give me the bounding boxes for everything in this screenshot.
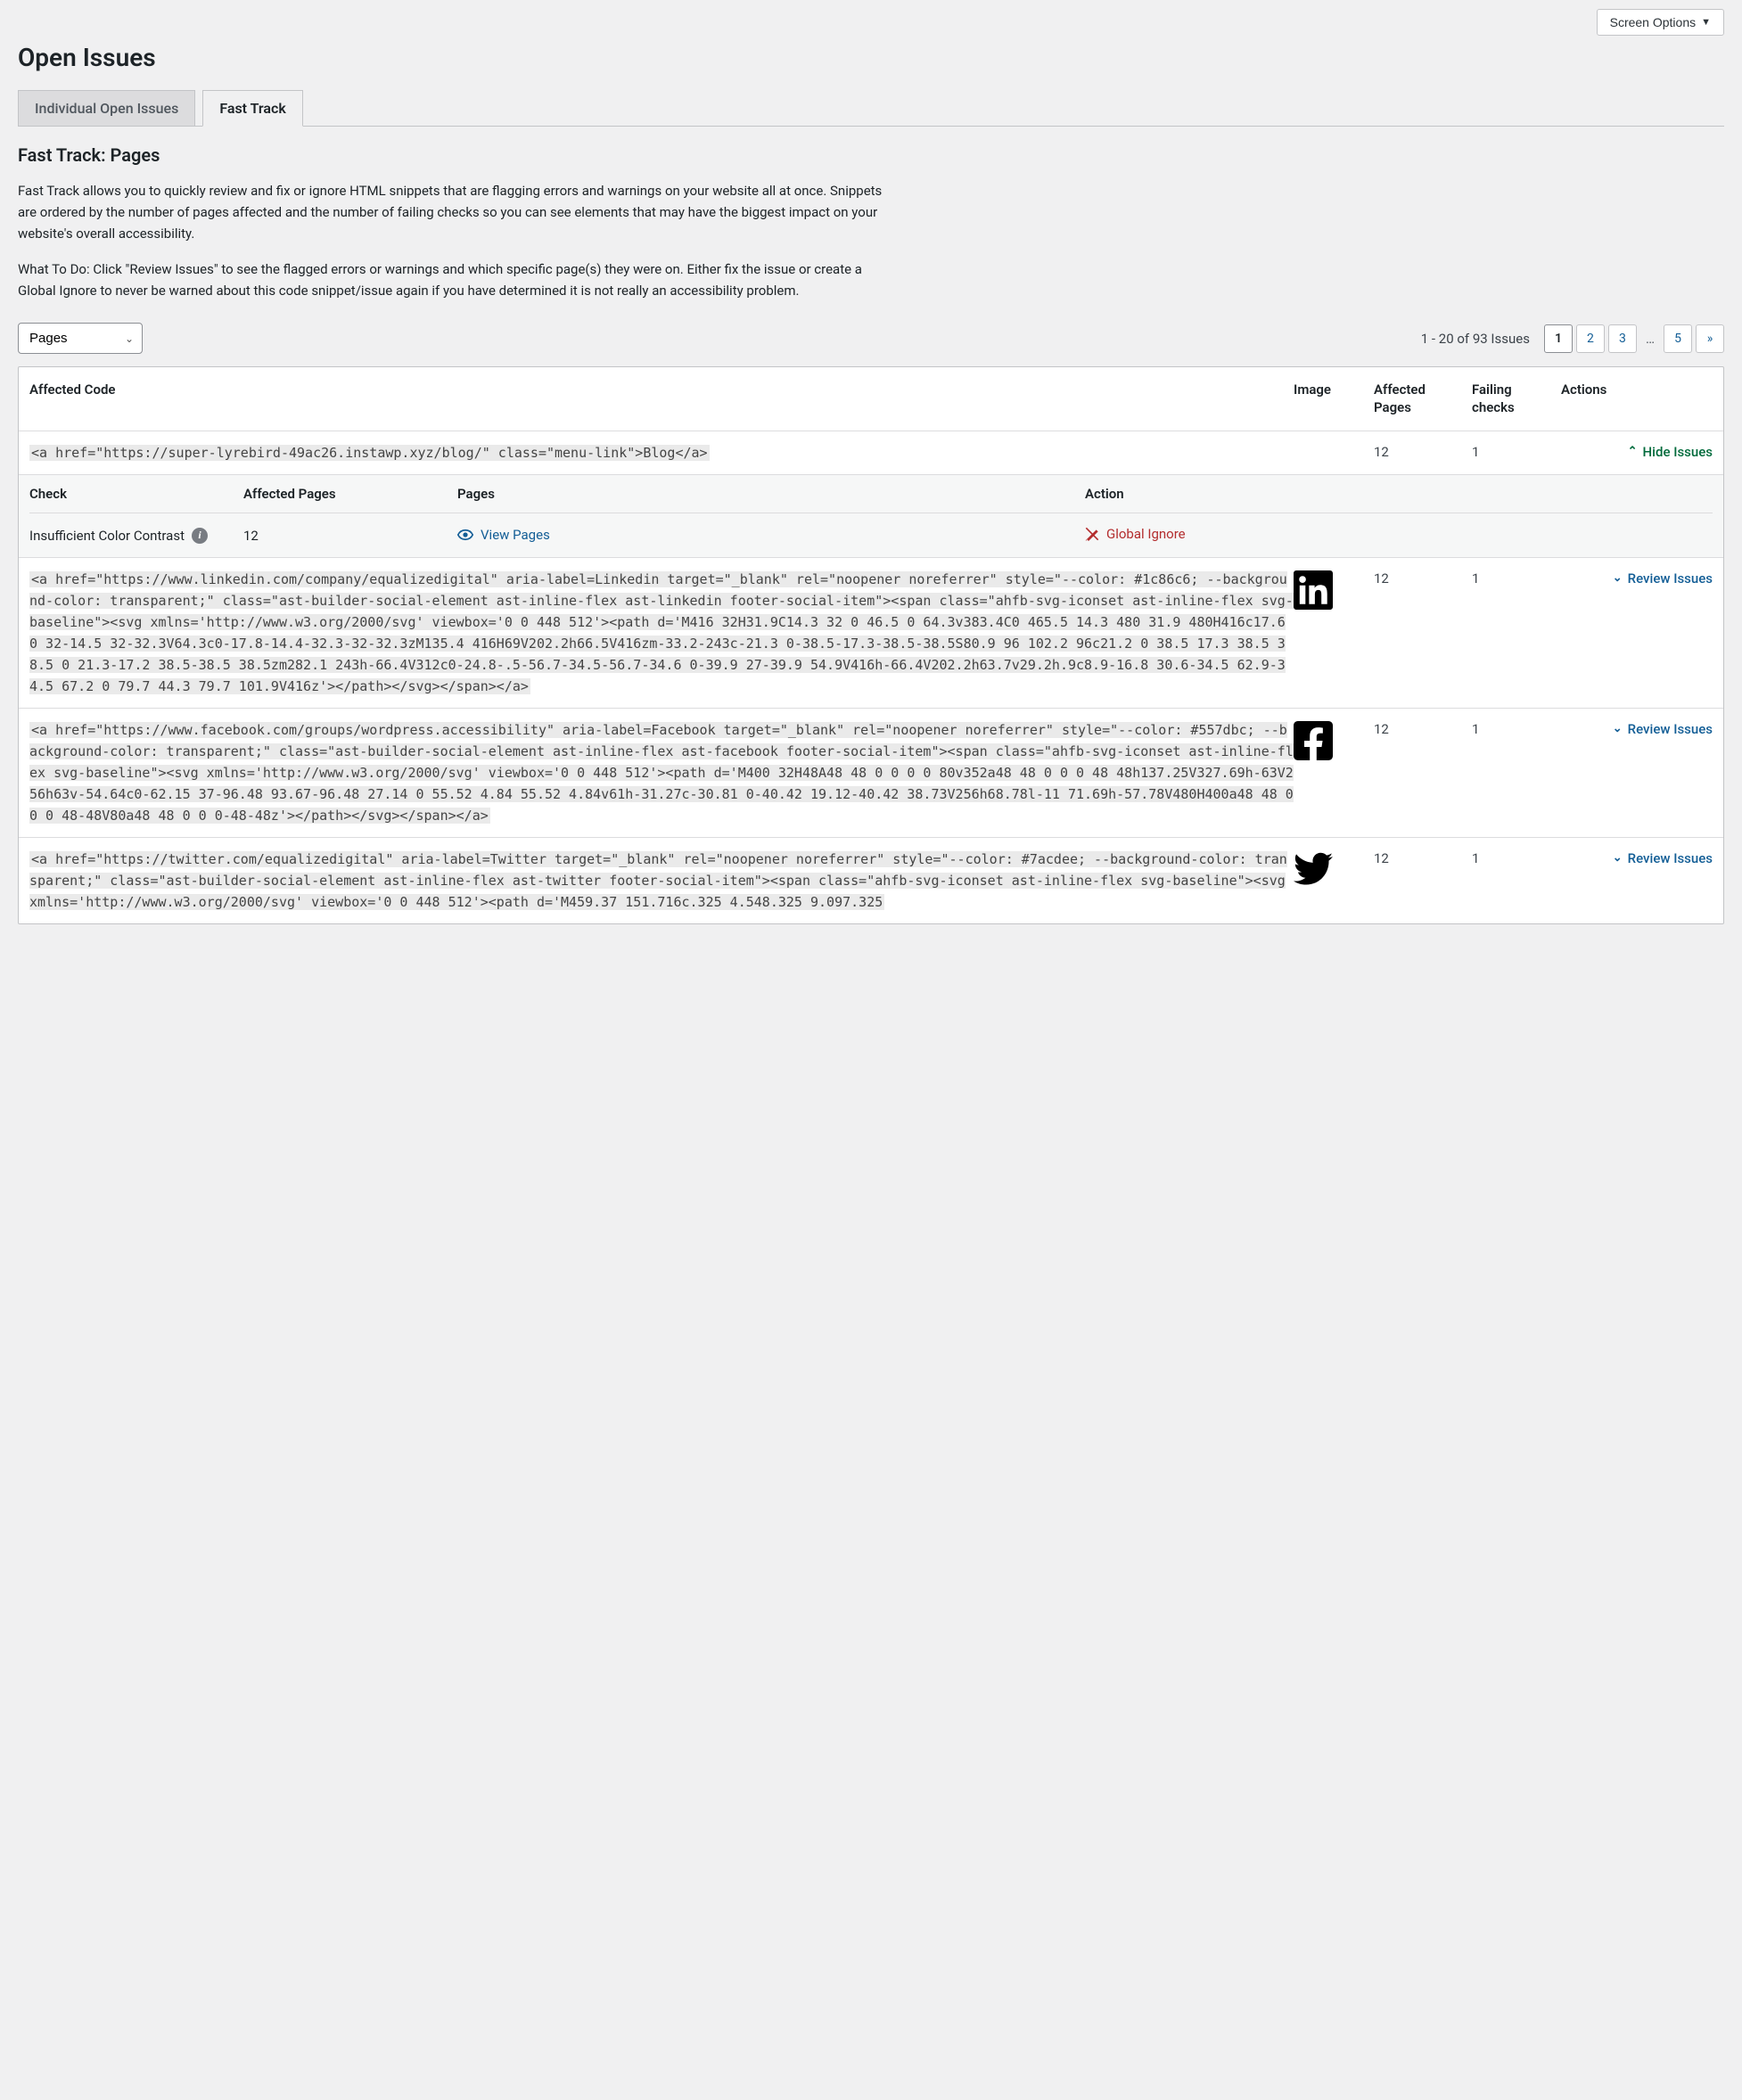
col-actions: Actions bbox=[1561, 381, 1713, 398]
subcol-action: Action bbox=[1085, 486, 1713, 502]
affected-pages-value: 12 bbox=[1374, 849, 1472, 866]
page-ellipsis: … bbox=[1640, 331, 1660, 347]
table-row: <a href="https://super-lyrebird-49ac26.i… bbox=[19, 431, 1723, 475]
hide-issues-button[interactable]: ⌃ Hide Issues bbox=[1628, 444, 1713, 460]
ignore-icon bbox=[1085, 527, 1099, 541]
subcol-check: Check bbox=[29, 486, 243, 502]
pagination: 1 2 3 … 5 » bbox=[1544, 324, 1724, 353]
hide-issues-label: Hide Issues bbox=[1643, 444, 1713, 460]
review-issues-button[interactable]: ⌄ Review Issues bbox=[1613, 850, 1713, 866]
page-last[interactable]: 5 bbox=[1664, 324, 1692, 353]
view-pages-button[interactable]: View Pages bbox=[457, 527, 550, 543]
col-affected-code: Affected Code bbox=[29, 381, 1294, 398]
chevron-down-icon: ▼ bbox=[1701, 17, 1711, 28]
affected-pages-value: 12 bbox=[1374, 719, 1472, 737]
view-pages-label: View Pages bbox=[481, 527, 550, 543]
page-title: Open Issues bbox=[18, 43, 1724, 72]
review-issues-label: Review Issues bbox=[1628, 570, 1713, 587]
chevron-down-icon: ⌄ bbox=[1613, 571, 1623, 585]
description-2: What To Do: Click "Review Issues" to see… bbox=[18, 258, 883, 301]
info-icon[interactable]: i bbox=[192, 528, 208, 544]
affected-code-cell: <a href="https://twitter.com/equalizedig… bbox=[29, 849, 1294, 913]
failing-checks-value: 1 bbox=[1472, 442, 1561, 460]
chevron-up-icon: ⌃ bbox=[1628, 445, 1638, 458]
results-counter: 1 - 20 of 93 Issues bbox=[1421, 331, 1530, 347]
page-2[interactable]: 2 bbox=[1576, 324, 1605, 353]
affected-code-cell: <a href="https://www.linkedin.com/compan… bbox=[29, 569, 1294, 697]
description-1: Fast Track allows you to quickly review … bbox=[18, 180, 883, 244]
col-affected-pages: Affected Pages bbox=[1374, 381, 1472, 416]
tab-individual-open-issues[interactable]: Individual Open Issues bbox=[18, 90, 195, 126]
screen-options-label: Screen Options bbox=[1610, 15, 1697, 29]
table-row: <a href="https://www.linkedin.com/compan… bbox=[19, 558, 1723, 709]
failing-checks-value: 1 bbox=[1472, 849, 1561, 866]
facebook-icon bbox=[1294, 721, 1333, 760]
tab-fast-track[interactable]: Fast Track bbox=[202, 90, 302, 127]
table-row: <a href="https://twitter.com/equalizedig… bbox=[19, 838, 1723, 923]
nav-tabs: Individual Open Issues Fast Track bbox=[18, 90, 1724, 127]
expanded-sub-table: Check Affected Pages Pages Action Insuff… bbox=[19, 475, 1723, 558]
affected-code-cell: <a href="https://www.facebook.com/groups… bbox=[29, 719, 1294, 826]
failing-checks-value: 1 bbox=[1472, 719, 1561, 737]
check-name: Insufficient Color Contrast bbox=[29, 528, 185, 544]
chevron-down-icon: ⌄ bbox=[1613, 722, 1623, 735]
eye-icon bbox=[457, 529, 473, 541]
screen-options-button[interactable]: Screen Options ▼ bbox=[1597, 9, 1724, 36]
affected-code-cell: <a href="https://super-lyrebird-49ac26.i… bbox=[29, 442, 1294, 463]
chevron-down-icon: ⌄ bbox=[1613, 851, 1623, 865]
subcol-affected-pages: Affected Pages bbox=[243, 486, 457, 502]
section-title: Fast Track: Pages bbox=[18, 144, 1724, 166]
filter-select[interactable]: Pages bbox=[18, 323, 143, 354]
page-current[interactable]: 1 bbox=[1544, 324, 1573, 353]
subcol-pages: Pages bbox=[457, 486, 1085, 502]
issues-table: Affected Code Image Affected Pages Faili… bbox=[18, 366, 1724, 924]
review-issues-button[interactable]: ⌄ Review Issues bbox=[1613, 570, 1713, 587]
twitter-icon bbox=[1294, 850, 1333, 890]
affected-pages-value: 12 bbox=[1374, 569, 1472, 587]
global-ignore-label: Global Ignore bbox=[1106, 526, 1186, 542]
linkedin-icon bbox=[1294, 570, 1333, 610]
sub-affected-pages: 12 bbox=[243, 528, 457, 544]
col-failing-checks: Failing checks bbox=[1472, 381, 1561, 416]
page-next[interactable]: » bbox=[1696, 324, 1724, 353]
affected-pages-value: 12 bbox=[1374, 442, 1472, 460]
failing-checks-value: 1 bbox=[1472, 569, 1561, 587]
review-issues-button[interactable]: ⌄ Review Issues bbox=[1613, 721, 1713, 737]
page-3[interactable]: 3 bbox=[1608, 324, 1637, 353]
review-issues-label: Review Issues bbox=[1628, 850, 1713, 866]
col-image: Image bbox=[1294, 381, 1374, 398]
review-issues-label: Review Issues bbox=[1628, 721, 1713, 737]
global-ignore-button[interactable]: Global Ignore bbox=[1085, 526, 1186, 542]
table-row: <a href="https://www.facebook.com/groups… bbox=[19, 709, 1723, 838]
